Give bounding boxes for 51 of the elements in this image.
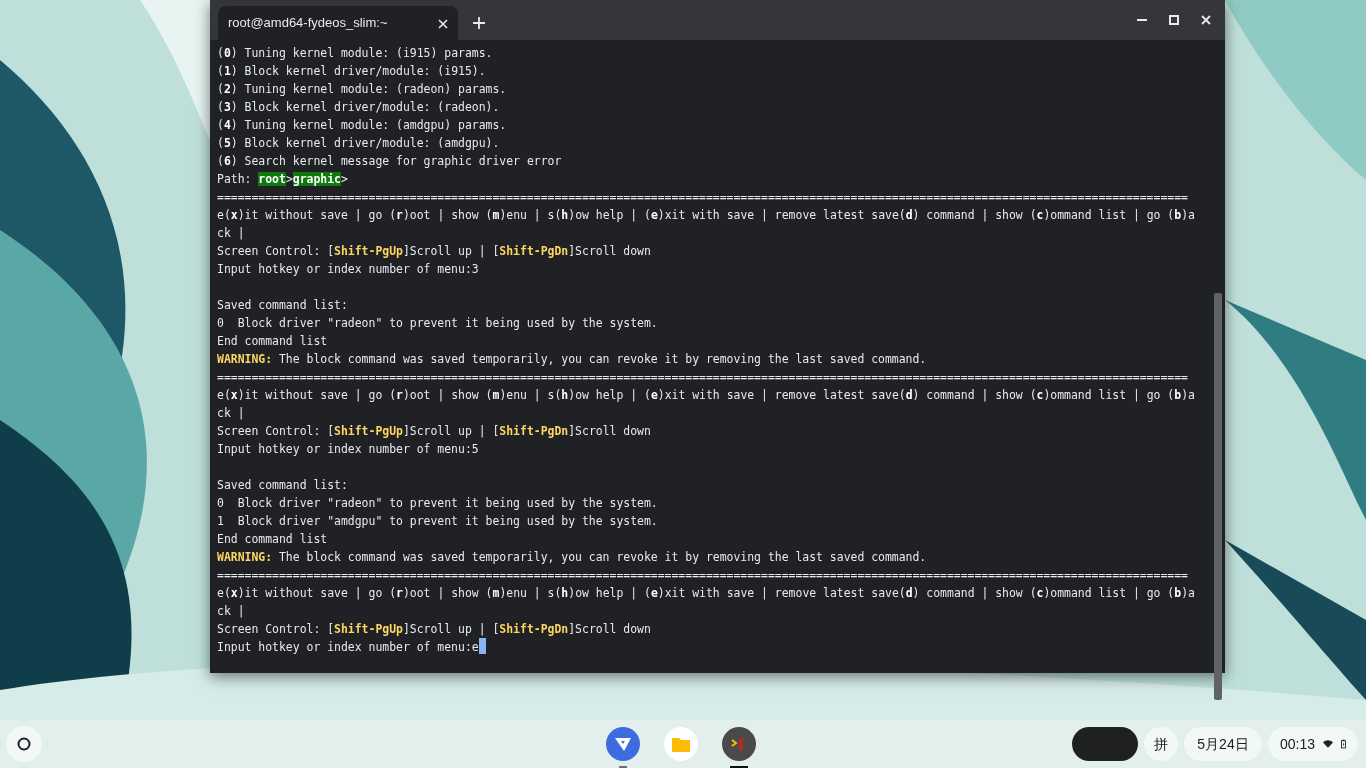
battery-icon [1341, 737, 1346, 751]
terminal-line: 0 Block driver "radeon" to prevent it being used by the system. [217, 495, 658, 512]
terminal-line: Saved command list: [217, 297, 348, 314]
terminal-line: e(x)it without save | go (r)oot | show (m)enu | s(h)ow help | (e)xit with save | remove latest save(d) command | show (c)ommand list | go (b)a [217, 207, 1195, 224]
terminal-line: Screen Control: [Shift-PgUp]Scroll up | [Shift-PgDn]Scroll down [217, 243, 651, 260]
clock: 00:13 [1280, 734, 1316, 754]
terminal-line: (4) Tuning kernel module: (amdgpu) params. [217, 117, 507, 134]
terminal-line: (1) Block kernel driver/module: (i915). [217, 63, 486, 80]
input-method-button[interactable]: 拼 [1144, 727, 1178, 761]
terminal-line: e(x)it without save | go (r)oot | show (m)enu | s(h)ow help | (e)xit with save | remove latest save(d) command | show (c)ommand list | go (b)a [217, 387, 1195, 404]
terminal-line: ============================================================================================================================================= [217, 567, 1188, 584]
terminal-line: Input hotkey or index number of menu:e [217, 638, 486, 656]
close-icon [1200, 14, 1212, 26]
terminal-line: ============================================================================================================================================= [217, 369, 1188, 386]
terminal-line: 0 Block driver "radeon" to prevent it being used by the system. [217, 315, 658, 332]
blurred-area [1072, 727, 1138, 761]
close-icon[interactable] [438, 18, 448, 29]
terminal-line: (3) Block kernel driver/module: (radeon). [217, 99, 500, 116]
terminal-line: ck | [217, 603, 245, 620]
terminal-line: Input hotkey or index number of menu:5 [217, 441, 479, 458]
terminal-line: End command list [217, 333, 328, 350]
terminal-line: End command list [217, 531, 328, 548]
terminal-line: (5) Block kernel driver/module: (amdgpu). [217, 135, 500, 152]
terminal-line: ============================================================================================================================================= [217, 189, 1188, 206]
terminal-line: e(x)it without save | go (r)oot | show (m)enu | s(h)ow help | (e)xit with save | remove latest save(d) command | show (c)ommand list | go (b)a [217, 585, 1195, 602]
terminal-line: (6) Search kernel message for graphic driver error [217, 153, 562, 170]
tab[interactable]: root@amd64-fydeos_slim:~ [218, 6, 458, 40]
minimize-icon [1136, 19, 1148, 21]
terminal-line: WARNING: The block command was saved temporarily, you can revoke it by removing the last saved command. [217, 549, 927, 566]
terminal-line: 1 Block driver "amdgpu" to prevent it being used by the system. [217, 513, 658, 530]
terminal-line: ck | [217, 225, 245, 242]
folder-icon [664, 727, 698, 761]
scrollbar-thumb[interactable] [1214, 293, 1222, 700]
terminal-line: ck | [217, 405, 245, 422]
launcher-icon [17, 737, 31, 751]
plus-icon [473, 17, 485, 29]
tab-title: root@amd64-fydeos_slim:~ [228, 14, 389, 33]
terminal-line: Screen Control: [Shift-PgUp]Scroll up | [Shift-PgDn]Scroll down [217, 423, 651, 440]
date-button[interactable]: 5月24日 [1184, 727, 1262, 761]
terminal-line: Saved command list: [217, 477, 348, 494]
terminal-line: Screen Control: [Shift-PgUp]Scroll up | [Shift-PgDn]Scroll down [217, 621, 651, 638]
maximize-icon [1168, 14, 1180, 26]
terminal-line: Input hotkey or index number of menu:3 [217, 261, 479, 278]
terminal-line: WARNING: The block command was saved temporarily, you can revoke it by removing the last saved command. [217, 351, 927, 368]
terminal-icon [722, 727, 756, 761]
wifi-icon [1323, 738, 1333, 750]
launcher-button[interactable] [6, 726, 42, 762]
status-area[interactable]: 00:13 [1268, 727, 1358, 761]
terminal-line: Path: root>graphic> [217, 171, 348, 188]
terminal-line: (2) Tuning kernel module: (radeon) params. [217, 81, 507, 98]
terminal-line: (0) Tuning kernel module: (i915) params. [217, 45, 493, 62]
